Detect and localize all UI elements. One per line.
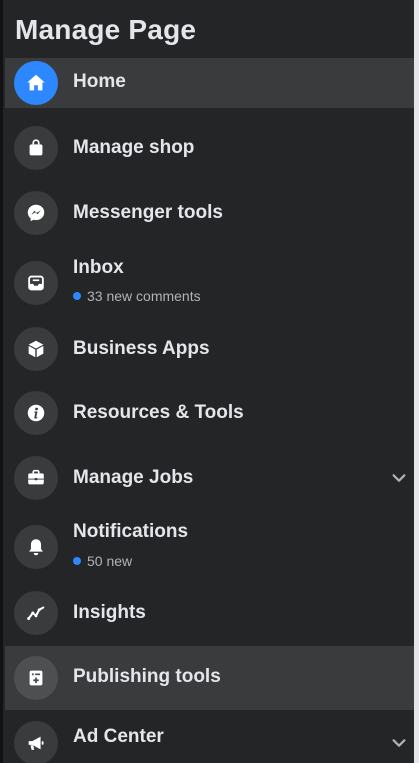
nav-item-business-apps[interactable]: Business Apps (5, 321, 414, 377)
nav-item-label: Manage shop (73, 137, 195, 158)
home-icon (14, 61, 58, 105)
nav-item-ad-center[interactable]: Ad Center (5, 713, 414, 763)
info-icon (14, 391, 58, 435)
publishing-icon (14, 656, 58, 700)
nav-item-inbox[interactable]: Inbox 33 new comments (5, 250, 414, 316)
nav-item-label: Insights (73, 602, 146, 623)
shopping-bag-icon (14, 126, 58, 170)
chevron-down-icon[interactable] (390, 469, 408, 487)
inbox-icon (14, 261, 58, 305)
nav-item-label: Messenger tools (73, 202, 223, 223)
nav-item-label: Resources & Tools (73, 402, 244, 423)
nav-item-label: Notifications (73, 521, 189, 542)
nav-item-home[interactable]: Home (5, 58, 414, 108)
nav-item-label: Inbox (73, 257, 124, 278)
inbox-new-comments: 33 new comments (87, 288, 201, 304)
unread-dot (73, 292, 81, 300)
unread-dot (73, 557, 81, 565)
nav-item-manage-shop[interactable]: Manage shop (5, 120, 414, 176)
nav-item-label: Home (73, 71, 126, 92)
nav-item-label: Publishing tools (73, 666, 221, 687)
nav-item-messenger-tools[interactable]: Messenger tools (5, 185, 414, 241)
messenger-icon (14, 191, 58, 235)
nav-item-label: Manage Jobs (73, 467, 194, 488)
nav-item-insights[interactable]: Insights (5, 585, 414, 641)
nav-item-resources-tools[interactable]: Resources & Tools (5, 385, 414, 441)
inbox-subtitle: 33 new comments (73, 288, 201, 304)
briefcase-icon (14, 456, 58, 500)
chevron-down-icon[interactable] (390, 734, 408, 752)
nav-item-label: Business Apps (73, 338, 210, 359)
notifications-subtitle: 50 new (73, 553, 132, 569)
cube-icon (14, 327, 58, 371)
page-title: Manage Page (15, 14, 197, 45)
notifications-new-count: 50 new (87, 553, 133, 569)
line-chart-icon (14, 591, 58, 635)
bell-icon (14, 525, 58, 569)
manage-page-sidebar: Manage Page Home Manage shop Messenger t… (0, 0, 419, 763)
nav-item-notifications[interactable]: Notifications 50 new (5, 514, 414, 582)
nav-item-publishing-tools[interactable]: Publishing tools (5, 646, 414, 710)
nav-item-label: Ad Center (73, 726, 164, 747)
nav-item-manage-jobs[interactable]: Manage Jobs (5, 450, 414, 506)
megaphone-icon (14, 721, 58, 763)
